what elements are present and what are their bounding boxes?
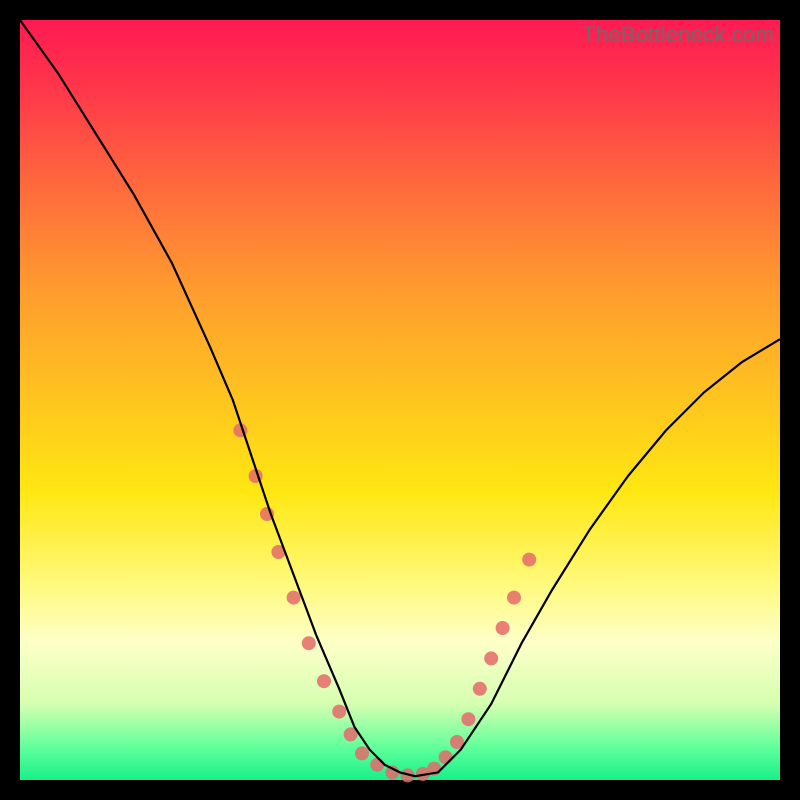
highlighted-point xyxy=(287,591,301,605)
highlighted-point xyxy=(522,553,536,567)
watermark-text: TheBottleneck.com xyxy=(582,22,774,48)
highlighted-point xyxy=(332,705,346,719)
highlighted-point xyxy=(302,636,316,650)
highlighted-point xyxy=(370,758,384,772)
highlighted-point xyxy=(439,750,453,764)
highlighted-point xyxy=(507,591,521,605)
highlighted-point xyxy=(355,746,369,760)
highlighted-point xyxy=(473,682,487,696)
highlighted-points-group xyxy=(233,423,536,782)
highlighted-point xyxy=(317,674,331,688)
chart-frame: TheBottleneck.com xyxy=(20,20,780,780)
chart-svg xyxy=(20,20,780,780)
highlighted-point xyxy=(496,621,510,635)
highlighted-point xyxy=(461,712,475,726)
bottleneck-curve xyxy=(20,20,780,776)
highlighted-point xyxy=(484,651,498,665)
